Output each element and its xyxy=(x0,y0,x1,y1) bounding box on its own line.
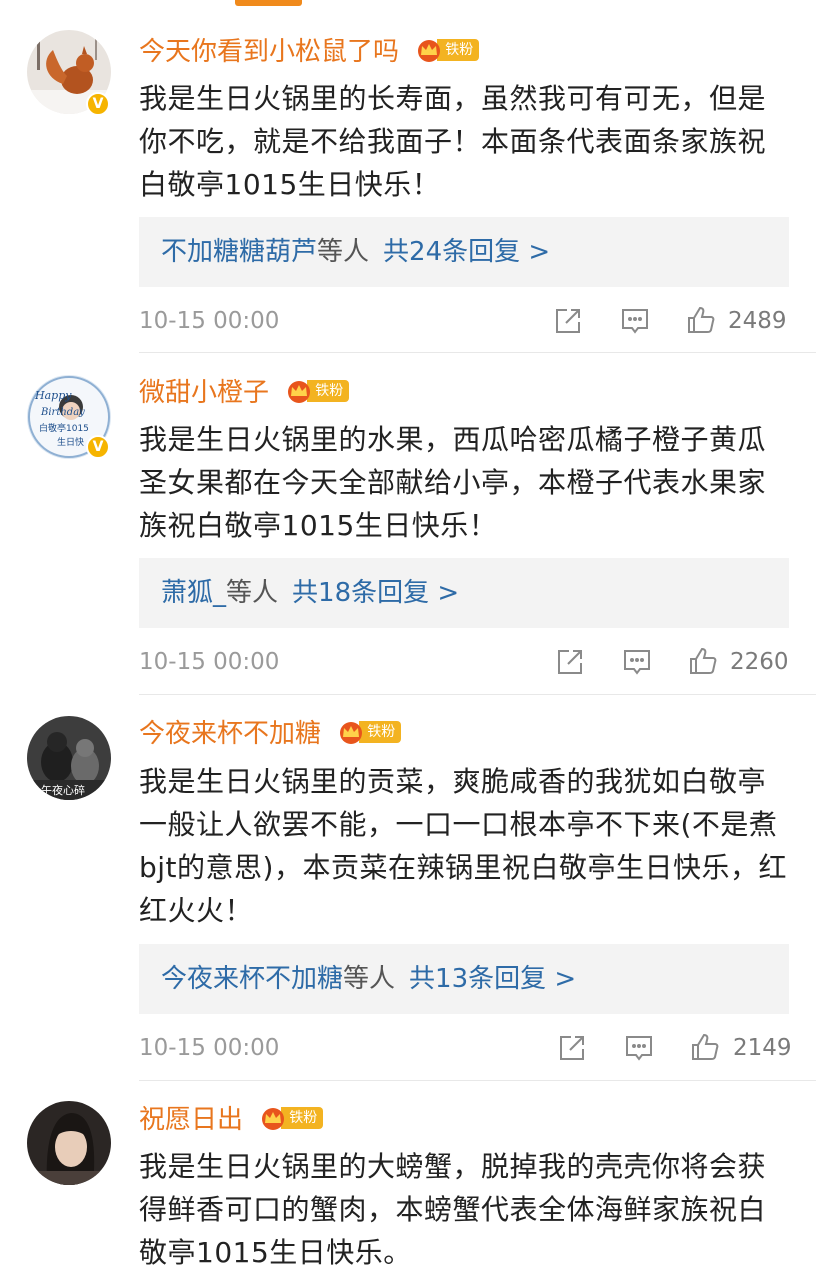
like-count: 2489 xyxy=(728,308,787,334)
crown-icon xyxy=(259,1106,287,1130)
avatar-text-caption: 午夜心碎 xyxy=(41,783,85,797)
comment-time: 10-15 00:00 xyxy=(139,308,280,334)
comment-text: 我是生日火锅里的长寿面，虽然我可有可无，但是你不吃，就是不给我面子！本面条代表面… xyxy=(139,82,767,201)
tab-indicator xyxy=(235,0,302,6)
reply-etc: 等人 xyxy=(343,964,396,994)
divider xyxy=(139,352,816,353)
comment-text: 我是生日火锅里的水果，西瓜哈密瓜橘子橙子黄瓜圣女果都在今天全部献给小亭，本橙子代… xyxy=(139,423,767,542)
reply-count-link[interactable]: 共24条回复 > xyxy=(383,237,550,267)
verified-v-icon: V xyxy=(86,435,110,459)
avatar-text-birthday: Birthday xyxy=(40,407,85,418)
verified-v-icon: V xyxy=(86,92,110,116)
reply-count-link[interactable]: 共13条回复 > xyxy=(409,964,576,994)
comment-icon[interactable] xyxy=(622,647,652,677)
fan-badge: 铁粉 xyxy=(337,720,402,744)
reply-names[interactable]: 萧狐_ xyxy=(161,578,226,608)
username-text[interactable]: 今夜来杯不加糖 xyxy=(139,719,321,749)
fan-badge: 铁粉 xyxy=(415,38,480,62)
divider xyxy=(139,1080,816,1081)
divider xyxy=(139,694,816,695)
comment-icon[interactable] xyxy=(624,1033,654,1063)
comment-time: 10-15 00:00 xyxy=(139,1035,280,1061)
username-text[interactable]: 今天你看到小松鼠了吗 xyxy=(139,37,399,67)
fan-badge-label: 铁粉 xyxy=(359,720,402,743)
username[interactable]: 今夜来杯不加糖 铁粉 xyxy=(139,717,402,751)
fan-badge: 铁粉 xyxy=(285,379,350,403)
replies-box[interactable]: 萧狐_等人 共18条回复 > xyxy=(139,558,789,628)
reply-names[interactable]: 不加糖糖葫芦 xyxy=(161,237,317,267)
avatar[interactable] xyxy=(27,1101,111,1185)
reply-etc: 等人 xyxy=(317,237,370,267)
comment-text: 我是生日火锅里的贡菜，爽脆咸香的我犹如白敬亭一般让人欲罢不能，一口一口根本亭不下… xyxy=(139,765,787,927)
share-icon[interactable] xyxy=(557,1033,587,1063)
comment-icon[interactable] xyxy=(620,306,650,336)
username-text[interactable]: 祝愿日出 xyxy=(139,1105,243,1135)
reply-count-link[interactable]: 共18条回复 > xyxy=(292,578,459,608)
avatar-text-name: 白敬亭1015 xyxy=(39,422,89,434)
reply-etc: 等人 xyxy=(226,578,279,608)
thumbs-up-icon[interactable] xyxy=(686,305,716,335)
like-count: 2260 xyxy=(730,649,789,675)
avatar-text-happy: Happy xyxy=(34,389,72,402)
crown-icon xyxy=(337,720,365,744)
fan-badge-label: 铁粉 xyxy=(307,379,350,402)
replies-box[interactable]: 不加糖糖葫芦等人 共24条回复 > xyxy=(139,217,789,287)
share-icon[interactable] xyxy=(555,647,585,677)
thumbs-up-icon[interactable] xyxy=(690,1032,720,1062)
username[interactable]: 祝愿日出 铁粉 xyxy=(139,1103,324,1137)
thumbs-up-icon[interactable] xyxy=(688,646,718,676)
like-count: 2149 xyxy=(733,1035,792,1061)
replies-box[interactable]: 今夜来杯不加糖等人 共13条回复 > xyxy=(139,944,789,1014)
avatar[interactable]: 午夜心碎 xyxy=(27,716,111,800)
username[interactable]: 今天你看到小松鼠了吗 铁粉 xyxy=(139,35,480,69)
crown-icon xyxy=(415,38,443,62)
fan-badge-label: 铁粉 xyxy=(281,1106,324,1129)
comment-time: 10-15 00:00 xyxy=(139,649,280,675)
avatar-text-sub: 生日快 xyxy=(57,436,84,448)
username[interactable]: 微甜小橙子 铁粉 xyxy=(139,376,350,410)
comment-text: 我是生日火锅里的大螃蟹，脱掉我的壳壳你将会获得鲜香可口的蟹肉，本螃蟹代表全体海鲜… xyxy=(139,1150,767,1269)
fan-badge: 铁粉 xyxy=(259,1106,324,1130)
share-icon[interactable] xyxy=(553,306,583,336)
crown-icon xyxy=(285,379,313,403)
reply-names[interactable]: 今夜来杯不加糖 xyxy=(161,964,343,994)
fan-badge-label: 铁粉 xyxy=(437,38,480,61)
username-text[interactable]: 微甜小橙子 xyxy=(139,378,269,408)
